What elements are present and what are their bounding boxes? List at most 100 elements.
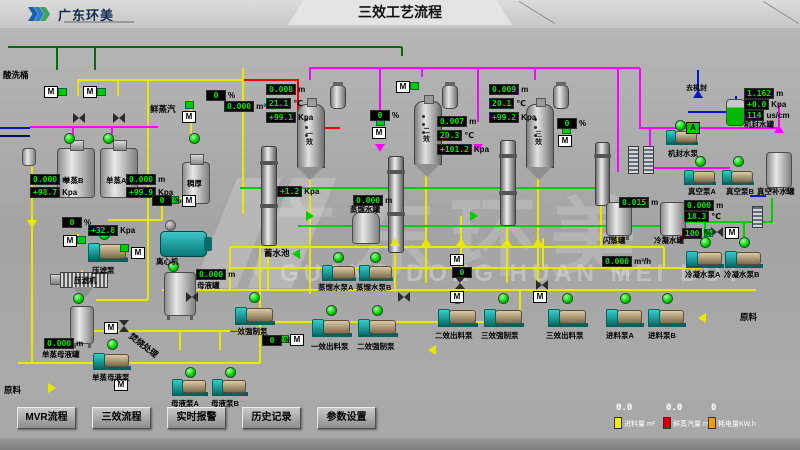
label-pump-e1-out: 一效出料泵 xyxy=(311,341,349,352)
manual-valve[interactable] xyxy=(73,113,85,123)
motor-valve[interactable]: M xyxy=(104,322,118,334)
display-e2-temp: 20.3℃ xyxy=(437,130,474,141)
status-dot xyxy=(333,252,344,263)
vapor-separator-pot xyxy=(553,85,569,109)
pump-e2-out[interactable] xyxy=(438,308,478,327)
pump-muye-b[interactable] xyxy=(212,378,248,396)
header-decor-line xyxy=(763,1,799,24)
label-pump-e1-forced: 一效强制泵 xyxy=(230,326,268,337)
legend-feed-swatch xyxy=(614,417,622,429)
label-pump-cond-b: 冷凝水泵B xyxy=(724,269,759,280)
bottom-strip xyxy=(0,438,800,450)
motor-valve[interactable]: M xyxy=(63,235,77,247)
display-chouhou-valve: 0% xyxy=(152,195,181,206)
manual-valve[interactable] xyxy=(186,292,198,302)
heater-column-1[interactable] xyxy=(261,146,277,246)
label-pump-vac-a: 真空泵A xyxy=(688,186,716,197)
display-flash-level: 0.015m xyxy=(619,197,658,208)
pump-condensate-b[interactable] xyxy=(725,250,763,268)
motor-valve[interactable]: M xyxy=(290,334,304,346)
label-effect1: 一效 xyxy=(306,131,315,147)
motor-valve[interactable]: M xyxy=(44,86,58,98)
label-water-pool: 蓄水池 xyxy=(264,247,290,259)
motor-valve[interactable]: M xyxy=(83,86,97,98)
page-title: 三效工艺流程 xyxy=(288,0,512,25)
status-dot xyxy=(73,293,84,304)
pump-zls-b[interactable] xyxy=(359,264,393,281)
motor-valve[interactable]: M xyxy=(725,227,739,239)
pump-e1-out[interactable] xyxy=(312,318,352,337)
manual-valve[interactable] xyxy=(455,277,465,289)
flow-arrow xyxy=(375,144,385,152)
pump-vacuum-a[interactable] xyxy=(684,169,716,185)
pump-e2-forced[interactable] xyxy=(358,318,398,337)
motor-valve[interactable]: M xyxy=(396,81,410,93)
display-e2-valve: 0% xyxy=(370,110,399,121)
manual-valve[interactable] xyxy=(398,292,410,302)
display-e1-level: 0.008m xyxy=(266,84,305,95)
status-dot xyxy=(225,367,236,378)
label-acid-wash: 酸洗桶 xyxy=(3,69,29,81)
manual-valve[interactable] xyxy=(536,280,548,290)
manual-valve[interactable] xyxy=(113,113,125,123)
tank-seal-water[interactable] xyxy=(726,99,745,126)
motor-valve[interactable]: M xyxy=(450,254,464,266)
motor-valve[interactable]: M xyxy=(131,247,145,259)
label-tank-vac-makeup: 真空补水罐 xyxy=(757,186,795,197)
nav-button-sanxiao[interactable]: 三效流程 xyxy=(92,407,151,429)
label-pump-vac-b: 真空泵B xyxy=(726,186,754,197)
pump-e3-forced[interactable] xyxy=(484,308,524,327)
flow-arrow xyxy=(428,345,436,355)
nav-button-params[interactable]: 参数设置 xyxy=(317,407,376,429)
motor-valve[interactable]: M xyxy=(450,291,464,303)
motor-valve[interactable]: M xyxy=(182,111,196,123)
legend-power-value: 0 xyxy=(711,403,716,413)
heater-column-3[interactable] xyxy=(500,140,516,226)
pump-muye-a[interactable] xyxy=(172,378,208,396)
display-e3-valve: 0% xyxy=(557,118,586,129)
motor-valve[interactable]: M xyxy=(558,135,572,147)
heater-column-4[interactable] xyxy=(595,142,610,206)
pump-dz-muye[interactable] xyxy=(93,352,131,370)
pump-feed-a[interactable] xyxy=(606,308,644,327)
nav-button-alarm[interactable]: 实时报警 xyxy=(167,407,226,429)
pump-a-badge: A xyxy=(686,122,700,134)
pump-e1-forced[interactable] xyxy=(235,306,275,325)
status-dot xyxy=(185,367,196,378)
motor-valve[interactable]: M xyxy=(372,127,386,139)
legend-power-swatch xyxy=(708,417,716,429)
valve-indicator xyxy=(97,88,106,96)
status-dot xyxy=(620,293,631,304)
label-raw-material-right: 原料 xyxy=(740,311,757,323)
display-filter-press: +32.8Kpa xyxy=(88,225,135,236)
manual-valve[interactable] xyxy=(119,320,129,332)
display-dza-level: 0.000m xyxy=(126,174,165,185)
pump-vacuum-b[interactable] xyxy=(722,169,754,185)
legend-feed-value: 0.0 xyxy=(616,403,632,413)
label-fresh-steam: 鲜蒸汽 xyxy=(150,103,176,115)
motor-valve[interactable]: M xyxy=(182,195,196,207)
valve-indicator xyxy=(185,101,194,109)
centrifuge[interactable] xyxy=(160,231,207,257)
label-effect3: 三效 xyxy=(535,131,544,147)
pump-e3-out[interactable] xyxy=(548,308,588,327)
label-to-seal: 去机封 xyxy=(686,83,707,93)
legend-steam-label: 鲜蒸汽量 m³ xyxy=(673,419,711,429)
status-dot xyxy=(370,252,381,263)
nav-button-mvr[interactable]: MVR流程 xyxy=(17,407,76,429)
tank-vacuum-makeup[interactable] xyxy=(766,152,792,188)
inline-vessel xyxy=(22,148,36,166)
pump-zls-a[interactable] xyxy=(322,264,356,281)
motor-valve[interactable]: M xyxy=(533,291,547,303)
pump-condensate-a[interactable] xyxy=(686,250,724,268)
status-dot xyxy=(733,156,744,167)
legend-feed-label: 进料量 m³ xyxy=(624,419,655,429)
pump-feed-b[interactable] xyxy=(648,308,686,327)
flow-arrow xyxy=(421,238,431,246)
tank-zhengliushui[interactable] xyxy=(352,212,380,244)
nav-button-history[interactable]: 历史记录 xyxy=(242,407,301,429)
logo-subtext-strip xyxy=(64,21,134,23)
label-tank-dz-muye: 单蒸母液罐 xyxy=(42,349,80,360)
flow-arrow xyxy=(27,220,37,228)
display-e1-temp: 21.1℃ xyxy=(266,98,303,109)
